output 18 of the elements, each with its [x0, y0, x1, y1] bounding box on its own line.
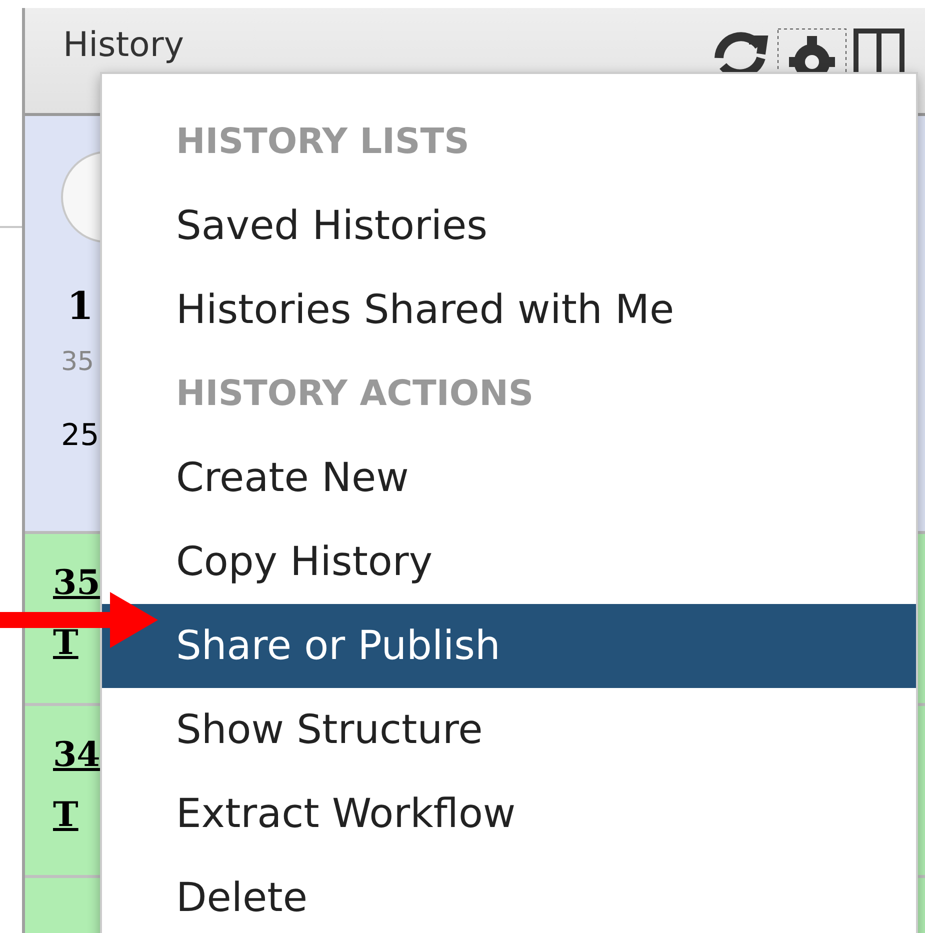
- menu-item[interactable]: Share or Publish: [102, 604, 916, 688]
- dataset-name[interactable]: T: [53, 798, 78, 832]
- menu-section-header: HISTORY LISTS: [175, 120, 470, 164]
- menu-section-header: HISTORY ACTIONS: [175, 372, 535, 416]
- dataset-name[interactable]: T: [53, 626, 78, 660]
- menu-item[interactable]: Saved Histories: [102, 184, 916, 268]
- menu-item[interactable]: Copy History: [102, 520, 916, 604]
- dataset-number[interactable]: 34: [53, 738, 100, 772]
- dataset-number[interactable]: 35: [53, 566, 100, 600]
- menu-item[interactable]: Delete: [102, 856, 916, 933]
- menu-item[interactable]: Create New: [102, 436, 916, 520]
- menu-item[interactable]: Show Structure: [102, 688, 916, 772]
- menu-item[interactable]: Histories Shared with Me: [102, 268, 916, 352]
- dataset-count: 25: [61, 421, 100, 451]
- history-name: 1: [66, 287, 94, 325]
- panel-title: History: [63, 28, 184, 62]
- menu-item[interactable]: Extract Workflow: [102, 772, 916, 856]
- history-size: 35: [61, 349, 94, 375]
